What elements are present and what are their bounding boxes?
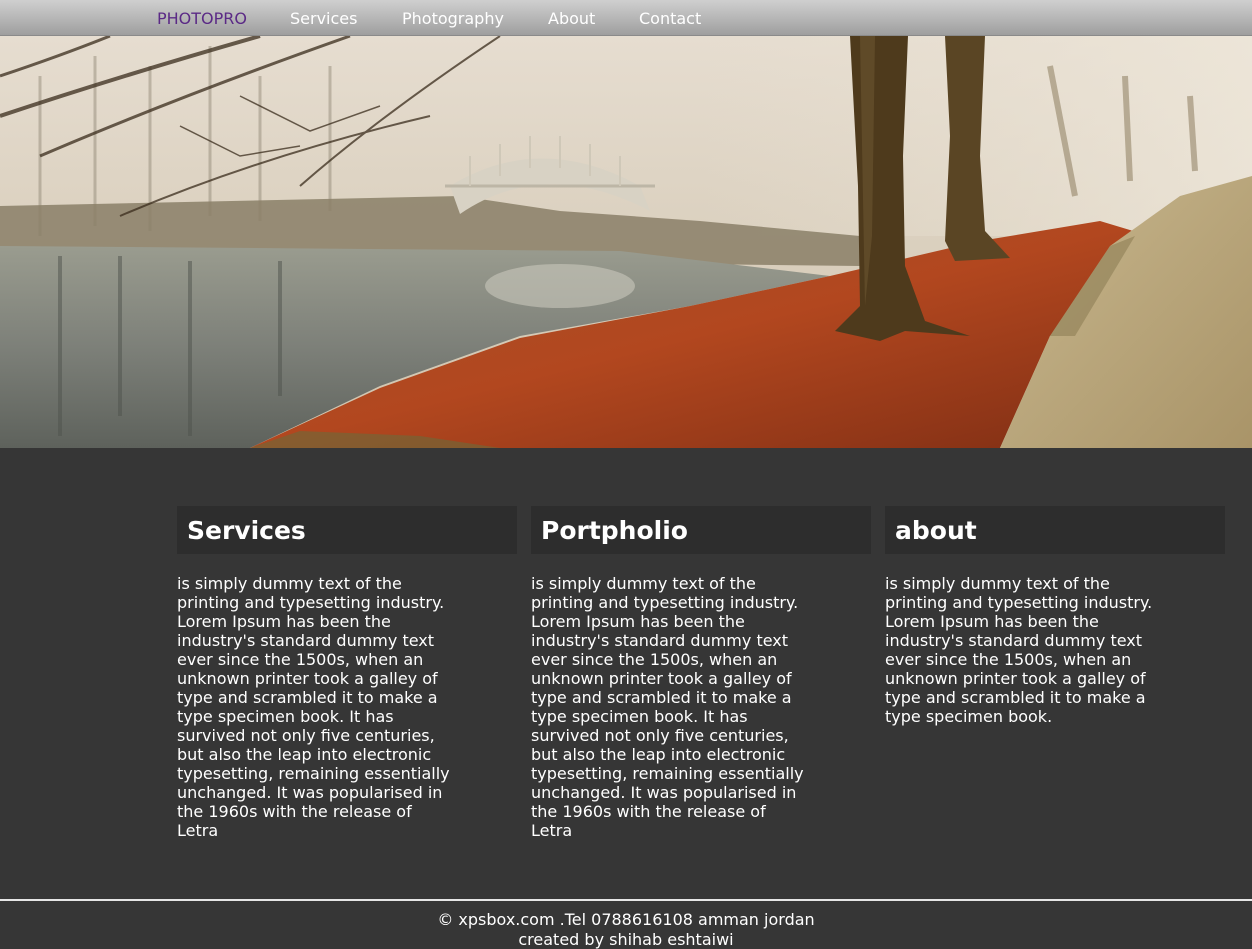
- footer-credit-line: created by shihab eshtaiwi: [518, 930, 734, 949]
- nav-link-contact[interactable]: Contact: [639, 10, 701, 28]
- hero-landscape-illustration: [0, 36, 1252, 448]
- top-nav: PHOTOPRO Services Photography About Cont…: [0, 0, 1252, 36]
- footer: © xpsbox.com .Tel 0788616108 amman jorda…: [0, 899, 1252, 949]
- portfolio-text: is simply dummy text of the printing and…: [531, 574, 804, 840]
- services-text: is simply dummy text of the printing and…: [177, 574, 450, 840]
- services-heading: Services: [177, 506, 517, 554]
- footer-contact-line: © xpsbox.com .Tel 0788616108 amman jorda…: [437, 910, 815, 929]
- hero-image: [0, 36, 1252, 448]
- nav-link-services[interactable]: Services: [290, 10, 357, 28]
- portfolio-heading: Portpholio: [531, 506, 871, 554]
- nav-link-about[interactable]: About: [548, 10, 595, 28]
- about-text: is simply dummy text of the printing and…: [885, 574, 1153, 726]
- brand-logo-link[interactable]: PHOTOPRO: [157, 10, 247, 28]
- services-section: Services is simply dummy text of the pri…: [177, 506, 517, 840]
- nav-link-photography[interactable]: Photography: [402, 10, 504, 28]
- about-section: about is simply dummy text of the printi…: [885, 506, 1225, 726]
- portfolio-section: Portpholio is simply dummy text of the p…: [531, 506, 871, 840]
- about-heading: about: [885, 506, 1225, 554]
